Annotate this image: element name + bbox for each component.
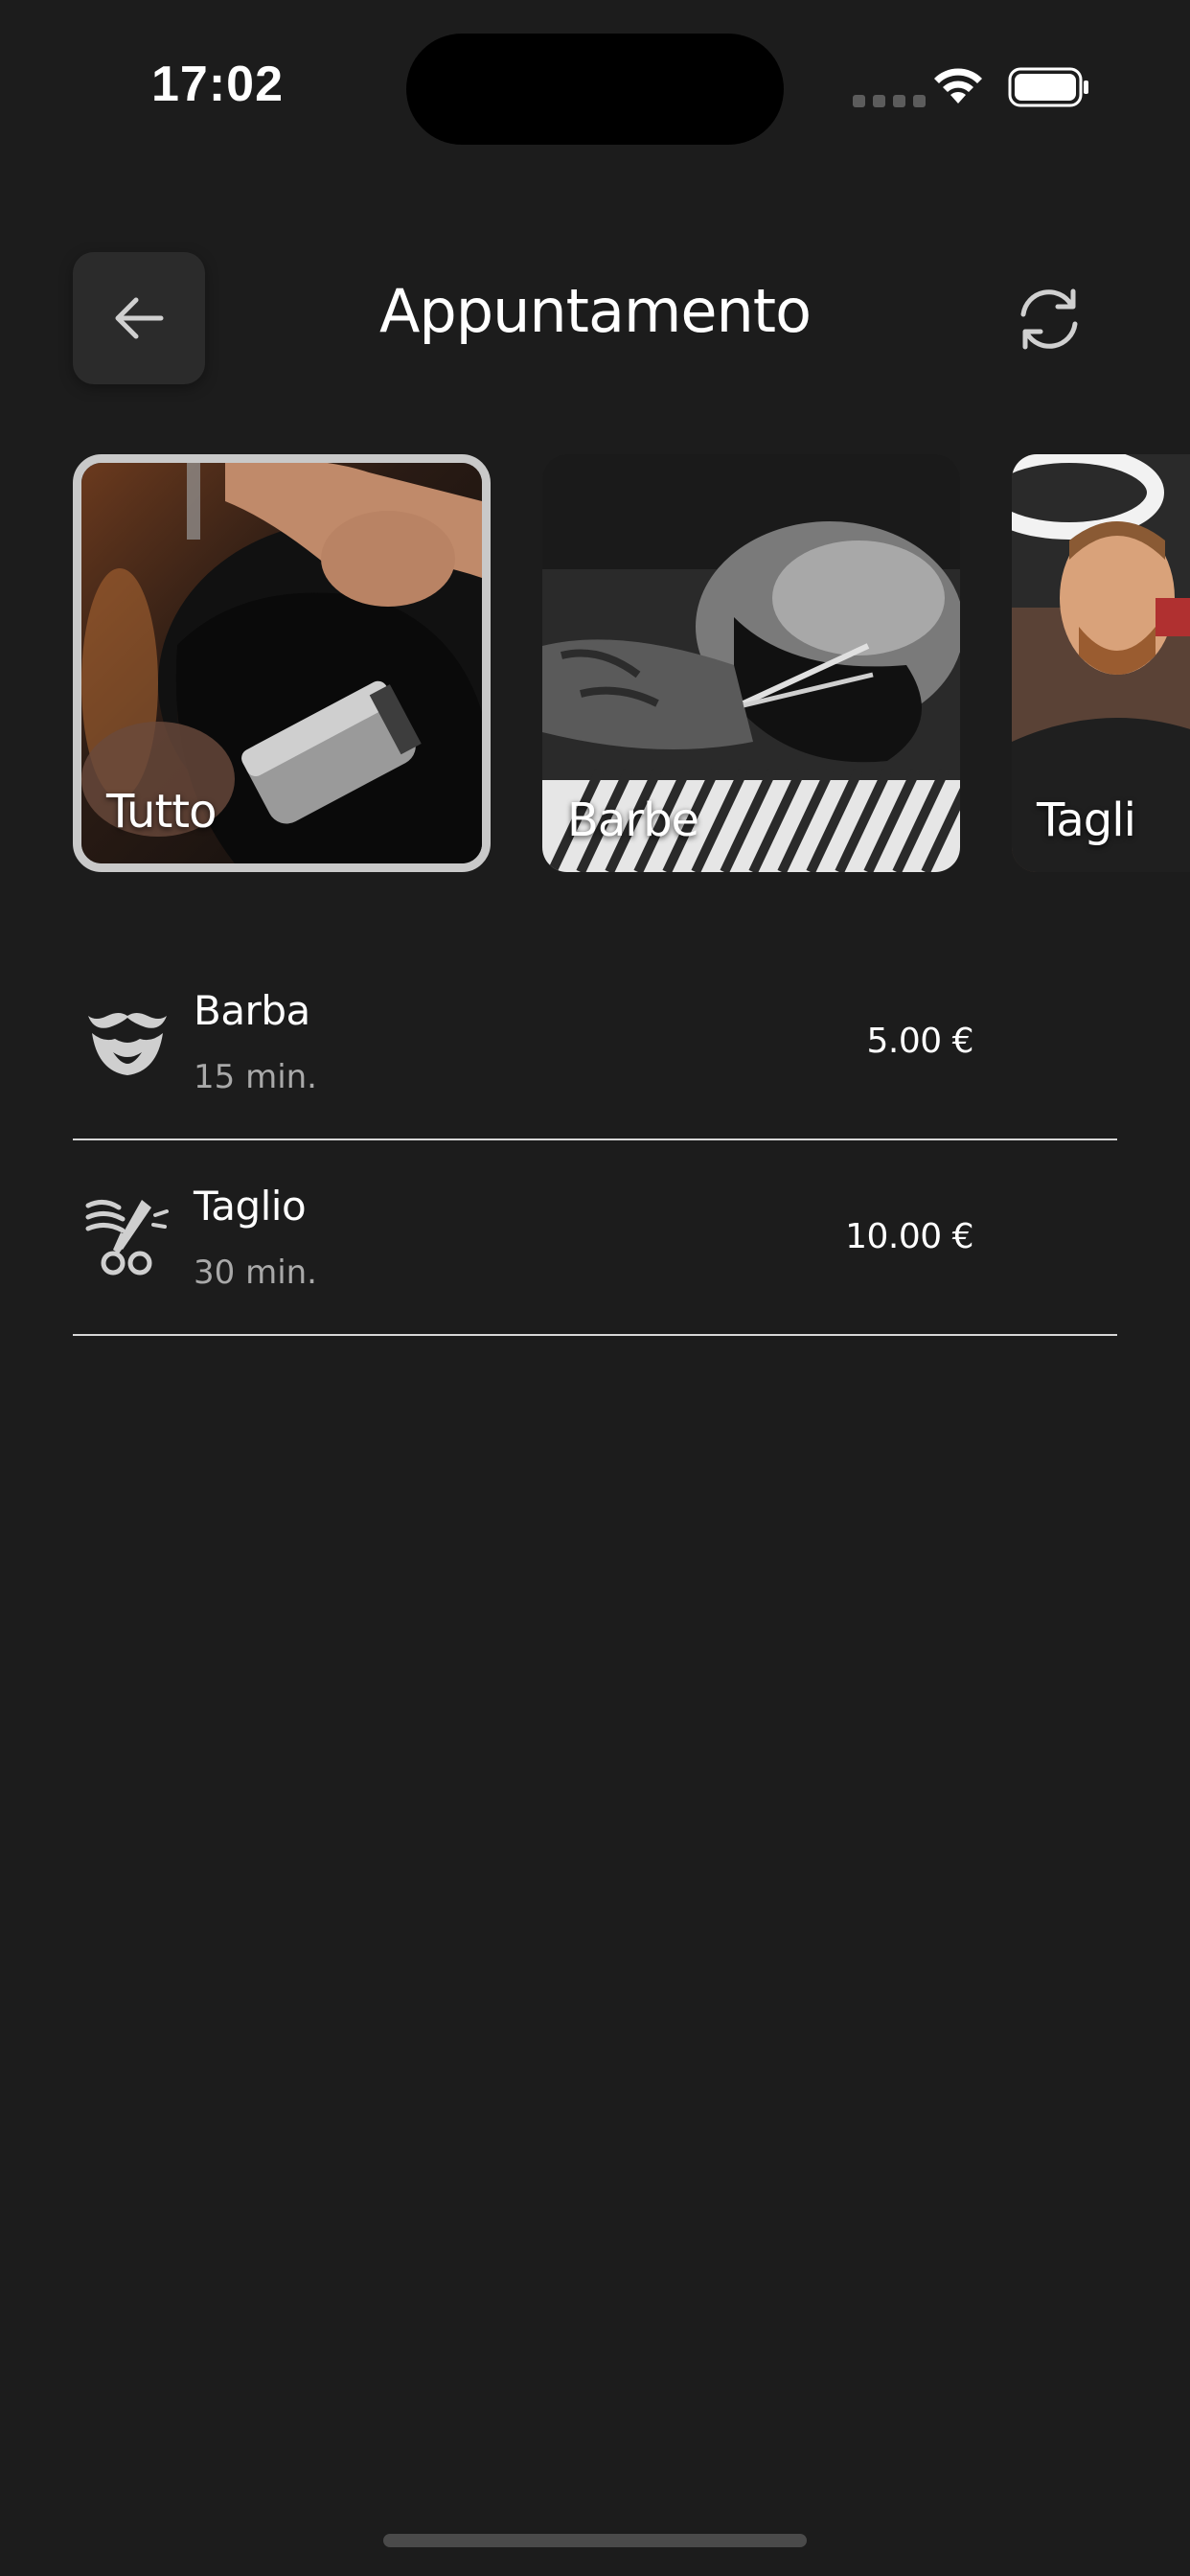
cellular-signal-icon bbox=[853, 95, 926, 107]
arrow-left-icon bbox=[115, 297, 164, 339]
service-name: Barba bbox=[194, 987, 310, 1034]
category-carousel[interactable]: Tutto Barbe Tagli bbox=[0, 454, 1190, 876]
service-name: Taglio bbox=[194, 1183, 307, 1230]
category-label: Barbe bbox=[567, 794, 699, 847]
category-card-tutto[interactable]: Tutto bbox=[73, 454, 491, 872]
page-title: Appuntamento bbox=[378, 276, 812, 346]
battery-icon bbox=[1008, 67, 1088, 107]
scissors-comb-icon bbox=[85, 1200, 169, 1276]
dynamic-island bbox=[406, 34, 784, 145]
service-duration: 15 min. bbox=[194, 1058, 317, 1096]
refresh-button[interactable] bbox=[1012, 282, 1087, 356]
home-indicator[interactable] bbox=[383, 2534, 807, 2547]
status-time: 17:02 bbox=[151, 57, 284, 112]
mustache-beard-icon bbox=[88, 1013, 167, 1075]
service-duration: 30 min. bbox=[194, 1254, 317, 1292]
service-row-taglio[interactable]: Taglio 30 min. 10.00 € bbox=[73, 1140, 1117, 1336]
category-label: Tutto bbox=[106, 785, 217, 839]
appointment-screen: 17:02 Appuntamento Tutto Barbe Tagli Bar… bbox=[0, 0, 1190, 2576]
category-card-tagli[interactable]: Tagli bbox=[1012, 454, 1190, 872]
service-price: 10.00 € bbox=[845, 1217, 973, 1256]
service-price: 5.00 € bbox=[866, 1022, 973, 1061]
category-label: Tagli bbox=[1037, 794, 1136, 847]
service-row-barba[interactable]: Barba 15 min. 5.00 € bbox=[73, 945, 1117, 1140]
back-button[interactable] bbox=[73, 252, 205, 384]
category-card-barbe[interactable]: Barbe bbox=[542, 454, 960, 872]
refresh-icon bbox=[1020, 288, 1078, 350]
wifi-icon bbox=[934, 68, 982, 104]
